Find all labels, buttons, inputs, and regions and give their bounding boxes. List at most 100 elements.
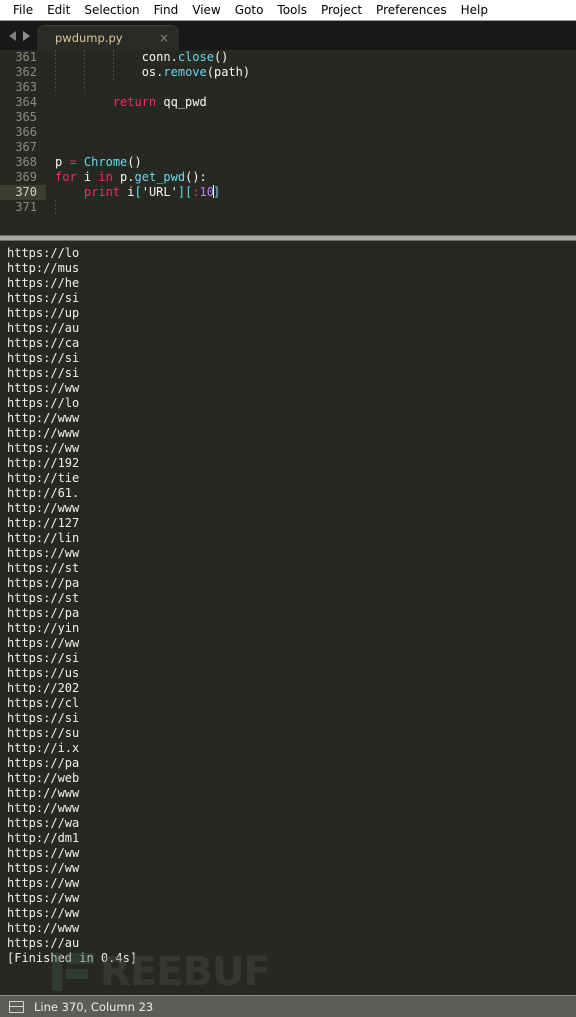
code-text: os.remove(path) bbox=[55, 65, 251, 79]
console-output-line: http://lin bbox=[7, 531, 80, 545]
console-output-line: https://ww bbox=[7, 546, 80, 560]
console-output-line: http://www bbox=[7, 501, 80, 515]
line-number: 362 bbox=[15, 65, 37, 79]
console-output-line: http://www bbox=[7, 801, 80, 815]
code-line: 361 conn.close() bbox=[0, 50, 576, 65]
console-output-line: http://192 bbox=[7, 456, 80, 470]
code-line: 365 bbox=[0, 110, 576, 125]
console-output-line: https://si bbox=[7, 366, 80, 380]
line-number: 370 bbox=[0, 185, 46, 200]
code-line: 362 os.remove(path) bbox=[0, 65, 576, 80]
console-output-line: http://dm1 bbox=[7, 831, 80, 845]
console-output-line: https://cl bbox=[7, 696, 80, 710]
code-text: for i in p.get_pwd(): bbox=[55, 170, 207, 184]
console-output-line: https://si bbox=[7, 711, 80, 725]
console-output-line: https://he bbox=[7, 276, 80, 290]
code-text: conn.close() bbox=[55, 50, 229, 64]
console-output-line: http://127 bbox=[7, 516, 80, 530]
console-output-line: https://pa bbox=[7, 576, 80, 590]
menu-item-help[interactable]: Help bbox=[454, 0, 495, 20]
menu-item-view[interactable]: View bbox=[185, 0, 227, 20]
console-output-line: http://www bbox=[7, 411, 80, 425]
sublime-text-window: File Edit Selection Find View Goto Tools… bbox=[0, 0, 576, 1017]
line-number: 363 bbox=[15, 80, 37, 94]
console-output-line: https://si bbox=[7, 351, 80, 365]
console-output-line: https://ww bbox=[7, 891, 80, 905]
menu-bar: File Edit Selection Find View Goto Tools… bbox=[0, 0, 576, 21]
line-number: 368 bbox=[15, 155, 37, 169]
line-number: 361 bbox=[15, 50, 37, 64]
code-line: 368 p = Chrome() bbox=[0, 155, 576, 170]
menu-item-goto[interactable]: Goto bbox=[228, 0, 271, 20]
code-line: 369 for i in p.get_pwd(): bbox=[0, 170, 576, 185]
console-output-line: https://ww bbox=[7, 846, 80, 860]
code-text: return qq_pwd bbox=[112, 95, 207, 109]
code-line: 367 bbox=[0, 140, 576, 155]
arrow-right-icon[interactable] bbox=[23, 30, 30, 41]
console-output-line: https://ca bbox=[7, 336, 80, 350]
menu-item-find[interactable]: Find bbox=[147, 0, 186, 20]
tab-label: pwdump.py bbox=[55, 30, 123, 45]
line-number: 364 bbox=[15, 95, 37, 109]
line-number: 366 bbox=[15, 125, 37, 139]
build-output-panel[interactable]: https://lo http://mus https://he https://si… bbox=[0, 241, 576, 995]
console-output-line: http://tie bbox=[7, 471, 80, 485]
console-output-line: https://ww bbox=[7, 861, 80, 875]
console-output-line: http://www bbox=[7, 426, 80, 440]
console-output-line: https://si bbox=[7, 651, 80, 665]
console-output-line: [Finished in 0.4s] bbox=[7, 951, 138, 965]
menu-item-file[interactable]: File bbox=[6, 0, 40, 20]
console-output-line: https://au bbox=[7, 321, 80, 335]
console-lines: https://lo http://mus https://he https://si… bbox=[7, 246, 576, 966]
code-line: 364 return qq_pwd bbox=[0, 95, 576, 110]
console-output-line: https://st bbox=[7, 591, 80, 605]
line-number: 371 bbox=[15, 200, 37, 214]
code-text: print i['URL'][:10] bbox=[83, 185, 221, 199]
console-output-line: https://lo bbox=[7, 246, 80, 260]
console-output-line: http://web bbox=[7, 771, 80, 785]
console-output-line: https://si bbox=[7, 291, 80, 305]
cursor-position-label: Line 370, Column 23 bbox=[34, 999, 154, 1014]
console-output-line: http://yin bbox=[7, 621, 80, 635]
line-number: 369 bbox=[15, 170, 37, 184]
console-output-line: https://ww bbox=[7, 876, 80, 890]
console-output-line: https://ww bbox=[7, 636, 80, 650]
menu-item-tools[interactable]: Tools bbox=[270, 0, 314, 20]
menu-item-selection[interactable]: Selection bbox=[77, 0, 146, 20]
line-number: 365 bbox=[15, 110, 37, 124]
console-output-line: https://lo bbox=[7, 396, 80, 410]
code-line: 371 bbox=[0, 200, 576, 215]
tab-pwdump-py[interactable]: pwdump.py × bbox=[37, 25, 179, 50]
close-icon[interactable]: × bbox=[159, 32, 169, 44]
console-output-line: https://ww bbox=[7, 381, 80, 395]
tab-bar: pwdump.py × bbox=[0, 21, 576, 50]
console-output-line: http://www bbox=[7, 921, 80, 935]
console-output-line: https://up bbox=[7, 306, 80, 320]
status-bar: Line 370, Column 23 bbox=[0, 995, 576, 1017]
console-output-line: http://61. bbox=[7, 486, 80, 500]
code-lines: 361 conn.close() 362 os.remove(path) 363 36… bbox=[0, 50, 576, 215]
code-line: 370 print i['URL'][:10] bbox=[0, 185, 576, 200]
console-output-line: https://ww bbox=[7, 906, 80, 920]
console-output-line: http://mus bbox=[7, 261, 80, 275]
console-output-line: https://pa bbox=[7, 756, 80, 770]
menu-item-edit[interactable]: Edit bbox=[40, 0, 77, 20]
console-output-line: https://ww bbox=[7, 441, 80, 455]
menu-item-project[interactable]: Project bbox=[314, 0, 369, 20]
console-output-line: https://wa bbox=[7, 816, 80, 830]
code-line: 363 bbox=[0, 80, 576, 95]
console-output-line: https://au bbox=[7, 936, 80, 950]
menu-item-preferences[interactable]: Preferences bbox=[369, 0, 454, 20]
line-number: 367 bbox=[15, 140, 37, 154]
code-editor[interactable]: 361 conn.close() 362 os.remove(path) 363 36… bbox=[0, 50, 576, 235]
console-output-line: https://pa bbox=[7, 606, 80, 620]
panel-toggle-icon[interactable] bbox=[9, 1000, 24, 1013]
code-line: 366 bbox=[0, 125, 576, 140]
console-output-line: http://www bbox=[7, 786, 80, 800]
console-output-line: https://us bbox=[7, 666, 80, 680]
arrow-left-icon[interactable] bbox=[9, 30, 16, 41]
